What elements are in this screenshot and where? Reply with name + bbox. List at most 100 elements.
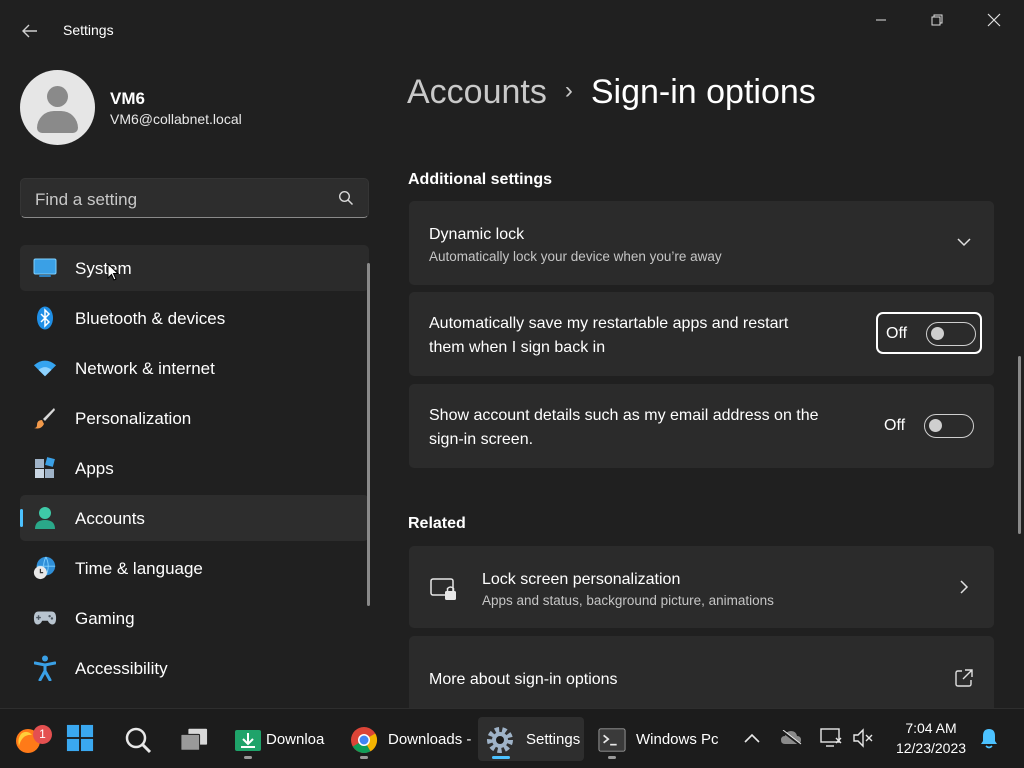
apps-icon	[33, 456, 57, 480]
avatar-body	[37, 111, 78, 133]
toggle-switch[interactable]	[926, 322, 976, 346]
search-icon	[124, 727, 152, 754]
task-view-icon	[180, 727, 208, 753]
avatar[interactable]	[20, 70, 95, 145]
more-signin-title: More about sign-in options	[429, 671, 618, 688]
lock-screen-icon	[430, 578, 456, 600]
restore-icon	[931, 14, 943, 26]
taskbar-app-label: Downloa	[266, 731, 325, 748]
gamepad-icon	[33, 606, 57, 630]
minimize-button[interactable]	[858, 6, 904, 34]
app-title: Settings	[63, 22, 114, 38]
close-icon	[987, 13, 1001, 27]
notification-bell-icon[interactable]	[978, 727, 1000, 749]
sidebar-item-label: Gaming	[75, 609, 135, 628]
chevron-right-icon: ›	[564, 77, 573, 104]
sidebar-item-label: Accounts	[75, 509, 145, 528]
breadcrumb: Accounts › Sign-in options	[407, 73, 816, 112]
restart-apps-description: Automatically save my restartable apps a…	[429, 312, 869, 360]
search-input[interactable]: Find a setting	[20, 178, 369, 218]
dynamic-lock-card[interactable]: Dynamic lock Automatically lock your dev…	[409, 201, 994, 285]
sidebar-item-label: Accessibility	[75, 659, 168, 678]
sidebar-item-label: Network & internet	[75, 359, 215, 378]
additional-settings-heading: Additional settings	[408, 171, 552, 188]
search-placeholder: Find a setting	[35, 190, 138, 209]
sidebar-item-accessibility[interactable]: Accessibility	[20, 645, 369, 691]
lock-screen-subtitle: Apps and status, background picture, ani…	[482, 593, 774, 608]
breadcrumb-parent[interactable]: Accounts	[407, 73, 547, 111]
chrome-icon	[350, 727, 378, 754]
taskbar-app-label: Downloads -	[388, 731, 472, 748]
cloud-offline-icon[interactable]	[780, 727, 802, 749]
bluetooth-icon	[33, 306, 57, 330]
restart-apps-line-2: them when I sign back in	[429, 339, 606, 356]
sidebar-item-accounts[interactable]: Accounts	[20, 495, 369, 541]
account-details-line-2: sign-in screen.	[429, 431, 534, 448]
taskbar-app-terminal[interactable]: Windows Pc	[590, 717, 722, 761]
clock[interactable]: 7:04 AM 12/23/2023	[884, 718, 978, 758]
clock-date: 12/23/2023	[895, 740, 967, 756]
sidebar-item-bluetooth[interactable]: Bluetooth & devices	[20, 295, 369, 341]
taskbar-search[interactable]	[116, 717, 160, 761]
back-button[interactable]	[14, 16, 46, 46]
related-heading: Related	[408, 515, 466, 532]
account-details-toggle[interactable]: Off	[876, 406, 982, 448]
sidebar-scrollbar[interactable]	[367, 263, 370, 606]
speaker-muted-icon[interactable]	[852, 727, 874, 749]
clock-time: 7:04 AM	[905, 720, 957, 736]
user-name: VM6	[110, 89, 145, 108]
sidebar-item-network[interactable]: Network & internet	[20, 345, 369, 391]
sidebar-item-label: Bluetooth & devices	[75, 309, 226, 328]
accessibility-icon	[33, 655, 57, 681]
external-link-icon	[955, 669, 973, 687]
start-button[interactable]	[60, 717, 104, 761]
selection-indicator	[20, 509, 23, 527]
download-icon	[234, 727, 262, 753]
close-button[interactable]	[971, 6, 1017, 34]
search-icon[interactable]	[338, 190, 354, 206]
toggle-switch[interactable]	[924, 414, 974, 438]
account-details-line-1: Show account details such as my email ad…	[429, 407, 819, 424]
network-monitor-icon[interactable]	[820, 727, 842, 749]
sidebar-item-apps[interactable]: Apps	[20, 445, 369, 491]
more-signin-card[interactable]: More about sign-in options	[409, 636, 994, 708]
settings-gear-icon	[486, 727, 514, 753]
chevron-right-icon	[960, 580, 969, 594]
brush-icon	[33, 406, 57, 430]
lock-screen-title: Lock screen personalization	[482, 571, 681, 588]
notification-badge: 1	[33, 725, 52, 744]
chevron-down-icon[interactable]	[957, 237, 971, 247]
sidebar-item-gaming[interactable]: Gaming	[20, 595, 369, 641]
sidebar-item-personalization[interactable]: Personalization	[20, 395, 369, 441]
running-indicator	[360, 756, 368, 759]
wifi-icon	[33, 356, 57, 380]
sidebar-nav: System Bluetooth & devices Network & int…	[20, 245, 369, 695]
dynamic-lock-title: Dynamic lock	[429, 226, 525, 243]
sidebar-item-system[interactable]: System	[20, 245, 369, 291]
avatar-head	[47, 86, 68, 107]
content-scrollbar[interactable]	[1018, 356, 1021, 534]
taskbar-firefox[interactable]: 1	[6, 717, 52, 761]
page-title: Sign-in options	[590, 73, 816, 111]
lock-screen-card[interactable]: Lock screen personalization Apps and sta…	[409, 546, 994, 628]
mouse-cursor-icon	[107, 263, 119, 281]
taskbar-task-view[interactable]	[172, 717, 216, 761]
minimize-icon	[876, 19, 886, 21]
toggle-state-label: Off	[886, 325, 908, 342]
taskbar-app-chrome[interactable]: Downloads -	[342, 717, 476, 761]
back-arrow-icon	[22, 24, 37, 38]
running-indicator	[608, 756, 616, 759]
user-email: VM6@collabnet.local	[110, 111, 242, 127]
sidebar-item-label: Apps	[75, 459, 114, 478]
sidebar-item-label: System	[75, 259, 132, 278]
windows-logo-icon	[66, 724, 94, 752]
taskbar-app-downloads[interactable]: Downloa	[226, 717, 338, 761]
sidebar-item-time-language[interactable]: Time & language	[20, 545, 369, 591]
title-bar: Settings	[0, 0, 1024, 60]
toggle-state-label: Off	[884, 417, 906, 434]
taskbar-app-settings[interactable]: Settings	[478, 717, 584, 761]
chevron-up-icon[interactable]	[741, 727, 763, 749]
restore-button[interactable]	[914, 6, 960, 34]
restart-apps-toggle[interactable]: Off	[876, 312, 982, 354]
account-details-card: Show account details such as my email ad…	[409, 384, 994, 468]
